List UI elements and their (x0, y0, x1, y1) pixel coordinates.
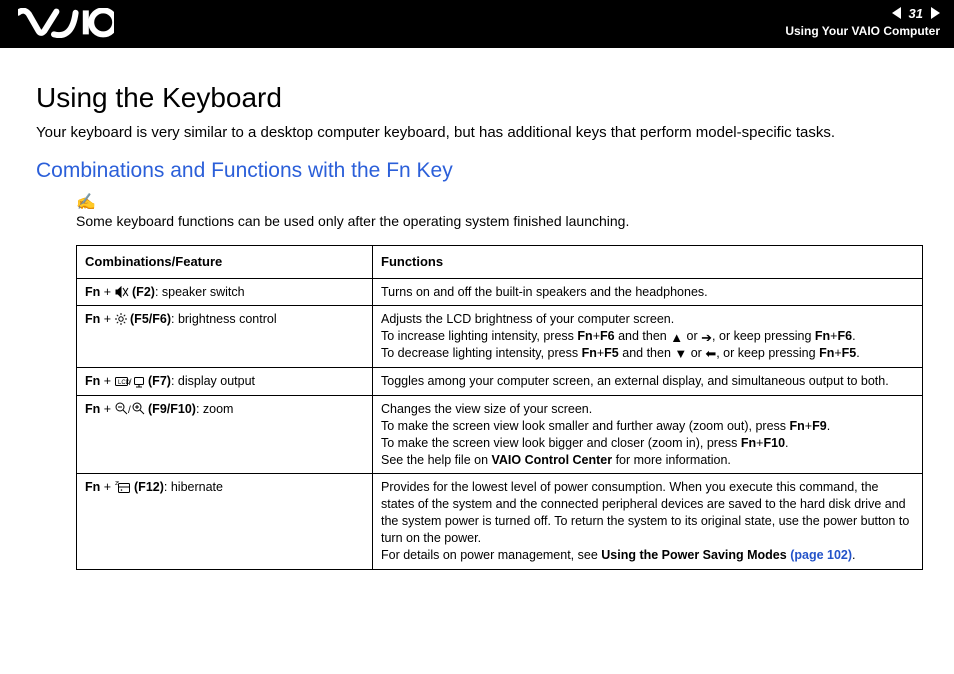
table-row: Fn + (F5/F6): brightness control Adjusts… (77, 306, 923, 368)
intro-text: Your keyboard is very similar to a deskt… (36, 124, 918, 141)
function-cell: Toggles among your computer screen, an e… (373, 368, 923, 396)
col-header-functions: Functions (373, 246, 923, 279)
page-nav: 31 (785, 4, 940, 22)
table-row: Fn + (F2): speaker switch Turns on and o… (77, 278, 923, 306)
arrow-left-icon: ⬅ (705, 347, 716, 360)
table-row: Fn + / (F9/F10): zoom Changes the view s… (77, 395, 923, 474)
arrow-down-icon: ▼ (674, 347, 687, 360)
page-number: 31 (907, 6, 925, 21)
note-block: ✍ Some keyboard functions can be used on… (76, 195, 918, 231)
zoom-icon: / (115, 402, 145, 416)
combo-cell: Fn + / (F9/F10): zoom (77, 395, 373, 474)
fn-key-table: Combinations/Feature Functions Fn + (F2)… (76, 245, 923, 570)
header-bar: 31 Using Your VAIO Computer (0, 0, 954, 48)
page-title: Using the Keyboard (36, 82, 918, 114)
combo-cell: Fn + (F2): speaker switch (77, 278, 373, 306)
section-label: Using Your VAIO Computer (785, 24, 940, 38)
table-row: Fn + LCD/ (F7): display output Toggles a… (77, 368, 923, 396)
speaker-mute-icon (115, 286, 129, 298)
function-cell: Turns on and off the built-in speakers a… (373, 278, 923, 306)
function-cell: Adjusts the LCD brightness of your compu… (373, 306, 923, 368)
table-header-row: Combinations/Feature Functions (77, 246, 923, 279)
svg-text:/: / (128, 405, 131, 416)
arrow-right-icon: ➔ (701, 331, 712, 344)
vaio-logo (18, 8, 114, 43)
table-row: Fn + zz (F12): hibernate Provides for th… (77, 474, 923, 569)
combo-cell: Fn + LCD/ (F7): display output (77, 368, 373, 396)
note-icon: ✍ (76, 195, 918, 211)
function-cell: Changes the view size of your screen. To… (373, 395, 923, 474)
next-page-icon[interactable] (931, 7, 940, 19)
brightness-icon (115, 313, 127, 325)
power-modes-link[interactable]: (page 102) (790, 548, 852, 562)
svg-text:z: z (117, 480, 119, 484)
svg-text:/: / (129, 377, 132, 387)
arrow-up-icon: ▲ (670, 331, 683, 344)
page-content: Using the Keyboard Your keyboard is very… (0, 48, 954, 570)
prev-page-icon[interactable] (892, 7, 901, 19)
function-cell: Provides for the lowest level of power c… (373, 474, 923, 569)
col-header-combinations: Combinations/Feature (77, 246, 373, 279)
combo-cell: Fn + zz (F12): hibernate (77, 474, 373, 569)
note-text: Some keyboard functions can be used only… (76, 213, 629, 229)
combo-cell: Fn + (F5/F6): brightness control (77, 306, 373, 368)
subsection-title: Combinations and Functions with the Fn K… (36, 159, 918, 183)
display-output-icon: LCD/ (115, 375, 145, 388)
hibernate-icon: zz (115, 480, 131, 494)
